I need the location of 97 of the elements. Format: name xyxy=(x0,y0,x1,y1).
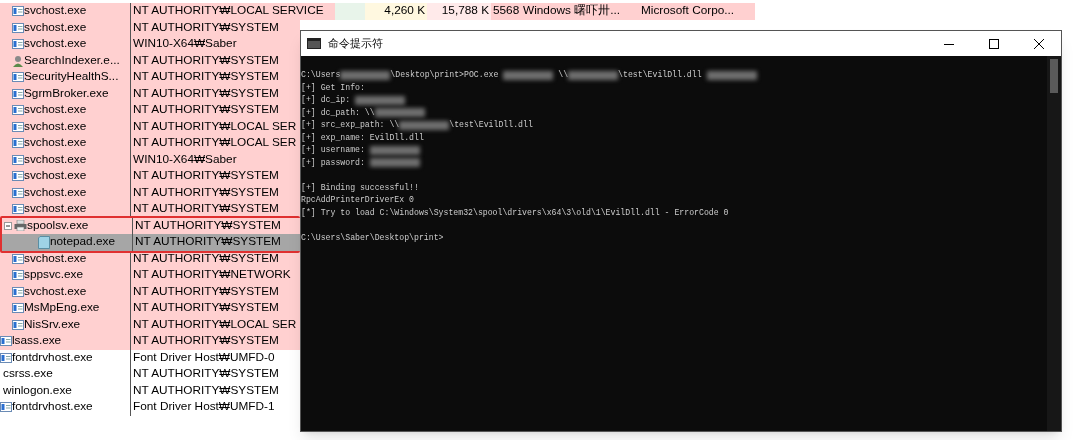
redaction-blur xyxy=(369,145,420,155)
table-cell xyxy=(335,3,365,20)
close-icon xyxy=(1033,38,1044,49)
console-text: [+] Get Info: xyxy=(301,81,365,94)
console-text: [*] Try to load C:\Windows\System32\spool\drivers\x64\3\old\1\EvilDll.dll - ErrorCode 0 xyxy=(301,206,729,219)
window-title: 命令提示符 xyxy=(328,36,383,52)
window-icon xyxy=(12,303,24,314)
window-icon xyxy=(12,187,24,198)
private-bytes: 4,260 K xyxy=(365,3,427,20)
process-name: svchost.exe xyxy=(24,252,87,265)
process-name: sppsvc.exe xyxy=(24,269,83,282)
process-row[interactable]: MsMpEng.exe NT AUTHORITY₩SYSTEM xyxy=(0,300,300,317)
window-icon xyxy=(12,105,24,116)
process-name: svchost.exe xyxy=(24,104,87,117)
process-name: winlogon.exe xyxy=(3,384,72,397)
console-text: [+] exp_name: EvilDll.dll xyxy=(301,131,424,144)
process-row[interactable]: sppsvc.exe NT AUTHORITY₩NETWORK xyxy=(0,267,300,284)
redaction-blur xyxy=(706,70,757,80)
window-icon xyxy=(12,72,24,83)
process-name: svchost.exe xyxy=(24,120,87,133)
collapse-toggle-icon[interactable] xyxy=(4,221,12,230)
company-name: Microsoft Corpo... xyxy=(641,5,735,18)
window-icon xyxy=(12,154,24,165)
process-description: Windows 曙吓卅... xyxy=(523,5,621,18)
process-name: svchost.exe xyxy=(24,153,87,166)
process-row[interactable]: svchost.exe NT AUTHORITY₩SYSTEM xyxy=(0,102,300,119)
process-name: SecurityHealthS... xyxy=(24,71,119,84)
console-text: [+] password: xyxy=(301,156,366,169)
console-text: C:\Users xyxy=(301,69,341,81)
window-icon xyxy=(12,6,24,17)
console-text: RpcAddPrinterDriverEx 0 xyxy=(301,194,414,206)
process-row[interactable]: SecurityHealthS... NT AUTHORITY₩SYSTEM xyxy=(0,69,300,86)
process-name: svchost.exe xyxy=(24,137,87,150)
redaction-blur xyxy=(374,108,425,118)
process-name: svchost.exe xyxy=(24,170,87,183)
process-name: svchost.exe xyxy=(24,285,87,298)
console-text: \test\EvilDll.dll xyxy=(618,69,703,81)
process-name: NisSrv.exe xyxy=(24,318,81,331)
window-icon xyxy=(12,319,24,330)
window-icon xyxy=(12,138,24,149)
process-row[interactable]: svchost.exe NT AUTHORITY₩SYSTEM xyxy=(0,201,300,218)
process-id: 5568 xyxy=(492,5,521,18)
scrollbar-thumb[interactable] xyxy=(1050,59,1058,93)
process-name: lsass.exe xyxy=(12,335,62,348)
console-text: \\ xyxy=(557,69,569,81)
redaction-blur xyxy=(503,70,554,80)
process-row[interactable]: notepad.exe NT AUTHORITY₩SYSTEM xyxy=(2,234,302,251)
console-text: [+] src_exp_path: \\ xyxy=(301,119,400,131)
process-name: fontdrvhost.exe xyxy=(12,351,93,364)
window-icon xyxy=(12,22,24,33)
process-name: fontdrvhost.exe xyxy=(12,401,93,414)
window-icon xyxy=(12,171,24,182)
redaction-blur xyxy=(340,70,391,80)
window-icon xyxy=(12,253,24,264)
console-text: C:\Users\Saber\Desktop\print> xyxy=(301,231,444,244)
window-icon xyxy=(12,204,24,215)
notepad-icon xyxy=(38,235,50,249)
console-icon xyxy=(307,38,321,49)
window-icon xyxy=(12,88,24,99)
process-name: svchost.exe xyxy=(24,203,87,216)
process-name: spoolsv.exe xyxy=(27,219,89,232)
redaction-blur xyxy=(568,70,619,80)
maximize-icon xyxy=(988,38,999,49)
window-icon xyxy=(12,121,24,132)
process-name: svchost.exe xyxy=(24,5,87,18)
process-name: notepad.exe xyxy=(50,236,115,249)
process-name: svchost.exe xyxy=(24,21,87,34)
window-icon xyxy=(0,402,12,413)
redaction-blur xyxy=(355,95,406,105)
window-icon xyxy=(0,352,12,363)
window-icon xyxy=(12,270,24,281)
process-name: SgrmBroker.exe xyxy=(24,87,109,100)
process-name: svchost.exe xyxy=(24,186,87,199)
console-text: \Desktop\print>POC.exe xyxy=(390,69,500,81)
window-icon xyxy=(0,336,12,347)
process-row[interactable]: lsass.exe NT AUTHORITY₩SYSTEM xyxy=(0,333,300,350)
process-row[interactable]: svchost.exe NT AUTHORITY₩LOCAL SERVICE 4,260 K 15,788 K 5568 Windows 曙吓卅... Microsoft Corpo... xyxy=(0,3,755,20)
process-row[interactable]: svchost.exe NT AUTHORITY₩LOCAL SER xyxy=(0,135,300,152)
working-set: 15,788 K xyxy=(427,3,491,20)
person-icon xyxy=(12,54,24,67)
process-name: svchost.exe xyxy=(24,38,87,51)
console-text: [+] Binding successful!! xyxy=(301,181,419,194)
redaction-blur xyxy=(369,158,420,168)
window-icon xyxy=(12,286,24,297)
printer-icon xyxy=(14,220,27,232)
console-text: \test\EvilDll.dll xyxy=(449,119,533,131)
process-row[interactable]: svchost.exe WIN10-X64₩Saber xyxy=(0,36,300,53)
process-name: SearchIndexer.e... xyxy=(24,54,120,67)
console-text: [+] dc_path: \\ xyxy=(301,106,375,119)
process-name: csrss.exe xyxy=(3,368,53,381)
redaction-blur xyxy=(399,120,450,130)
process-name: MsMpEng.exe xyxy=(24,302,100,315)
process-row[interactable]: spoolsv.exe NT AUTHORITY₩SYSTEM xyxy=(2,217,302,234)
process-row[interactable]: svchost.exe NT AUTHORITY₩SYSTEM xyxy=(0,168,300,185)
console-text: [+] dc_ip: xyxy=(301,94,352,106)
window-icon xyxy=(12,39,24,50)
console-text: [+] username: xyxy=(301,144,366,156)
